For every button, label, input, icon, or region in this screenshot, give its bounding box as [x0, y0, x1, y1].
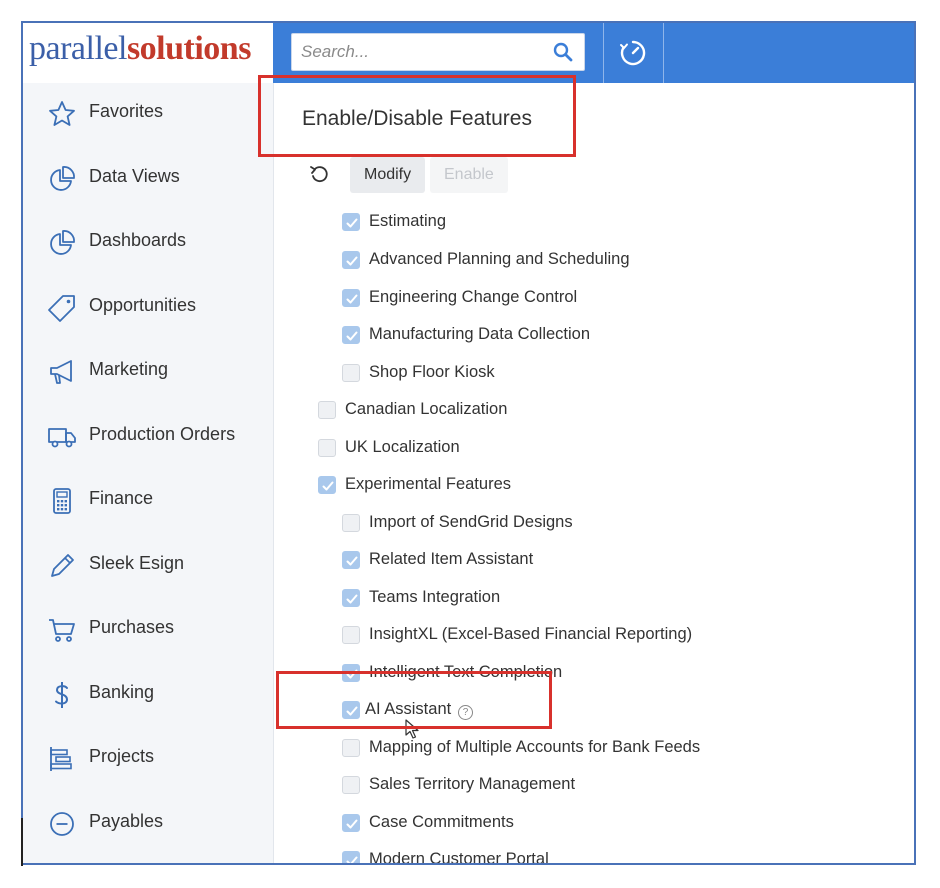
check-icon [346, 331, 358, 341]
check-icon [346, 218, 358, 228]
feature-checkbox[interactable] [342, 589, 360, 607]
check-icon [346, 594, 358, 604]
sidebar-item-label: Opportunities [89, 295, 197, 315]
feature-label: Related Item Assistant [369, 550, 534, 568]
projects-icon [50, 747, 72, 771]
feature-checkbox[interactable] [342, 364, 360, 382]
dollar-icon [55, 682, 69, 708]
feature-label: Teams Integration [369, 588, 501, 606]
feature-checkbox[interactable] [342, 776, 360, 794]
sidebar-item-label: Production Orders [89, 424, 236, 444]
check-icon [346, 856, 358, 863]
feature-label: Shop Floor Kiosk [369, 363, 495, 381]
feature-checkbox[interactable] [342, 289, 360, 307]
feature-label: Mapping of Multiple Accounts for Bank Fe… [369, 738, 701, 756]
sidebar-item-favorites[interactable]: Favorites [23, 89, 273, 139]
feature-label: Canadian Localization [345, 400, 508, 418]
sidebar-item-purchases[interactable]: Purchases [23, 605, 273, 655]
toolbar-divider [603, 23, 604, 83]
sidebar-item-label: Sleek Esign [89, 553, 185, 573]
undo-icon[interactable] [308, 163, 330, 185]
highlight-ai-assistant-box [276, 671, 552, 729]
calculator-icon [53, 488, 71, 514]
cart-icon [49, 619, 75, 642]
sidebar-item-label: Marketing [89, 359, 169, 379]
feature-checkbox[interactable] [318, 401, 336, 419]
check-icon [346, 294, 358, 304]
sidebar-item-label: Favorites [89, 101, 164, 121]
feature-checkbox[interactable] [318, 476, 336, 494]
sidebar-item-label: Dashboards [89, 230, 187, 250]
check-icon [322, 481, 334, 491]
check-icon [346, 556, 358, 566]
sidebar-item-banking[interactable]: Banking [23, 670, 273, 720]
sidebar-item-payables[interactable]: Payables [23, 799, 273, 849]
sidebar: Favorites Data Views Dashboards Opportun… [23, 83, 274, 863]
brand-logo[interactable]: parallelsolutions [23, 23, 273, 83]
feature-label: InsightXL (Excel-Based Financial Reporti… [369, 625, 693, 643]
feature-label: Case Commitments [369, 813, 514, 831]
sidebar-item-label: Purchases [89, 617, 175, 637]
toolbar-divider [663, 23, 664, 83]
feature-checkbox[interactable] [342, 213, 360, 231]
top-bar: parallelsolutions [23, 23, 914, 83]
search-input[interactable] [299, 34, 543, 70]
feature-label: Estimating [369, 212, 447, 230]
feature-label: Sales Territory Management [369, 775, 576, 793]
brand-logo-part1: parallel [29, 30, 127, 67]
star-icon [49, 101, 75, 126]
sidebar-item-marketing[interactable]: Marketing [23, 347, 273, 397]
search-box [291, 33, 585, 71]
feature-label: Engineering Change Control [369, 288, 578, 306]
sidebar-item-label: Projects [89, 746, 155, 766]
sidebar-item-dashboards[interactable]: Dashboards [23, 218, 273, 268]
pie-chart-icon [50, 166, 75, 191]
feature-label: Import of SendGrid Designs [369, 513, 573, 531]
pie-chart-icon [50, 230, 75, 255]
pen-icon [51, 554, 74, 577]
sidebar-item-production-orders[interactable]: Production Orders [23, 412, 273, 462]
feature-checkbox[interactable] [342, 626, 360, 644]
search-icon[interactable] [552, 41, 574, 63]
sidebar-item-data-views[interactable]: Data Views [23, 154, 273, 204]
feature-label: Manufacturing Data Collection [369, 325, 591, 343]
brand-logo-part2: solutions [126, 30, 252, 67]
truck-icon [48, 428, 76, 448]
sidebar-item-label: Payables [89, 811, 164, 831]
minus-circle-icon [50, 812, 74, 836]
feature-checkbox[interactable] [342, 514, 360, 532]
check-icon [346, 256, 358, 266]
feature-checkbox[interactable] [318, 439, 336, 457]
edge-marker [21, 818, 23, 866]
feature-checkbox[interactable] [342, 326, 360, 344]
sidebar-item-label: Finance [89, 488, 154, 508]
main-content: Enable/Disable Features Modify Enable Es… [274, 83, 914, 863]
megaphone-icon [50, 360, 72, 384]
sidebar-item-label: Data Views [89, 166, 180, 186]
feature-label: Advanced Planning and Scheduling [369, 250, 630, 268]
tag-icon [48, 295, 75, 322]
feature-checkbox[interactable] [342, 251, 360, 269]
feature-checkbox[interactable] [342, 851, 360, 863]
feature-checkbox[interactable] [342, 551, 360, 569]
enable-button[interactable]: Enable [430, 157, 508, 193]
feature-checkbox[interactable] [342, 814, 360, 832]
sidebar-item-finance[interactable]: Finance [23, 476, 273, 526]
sidebar-item-sleek-esign[interactable]: Sleek Esign [23, 541, 273, 591]
feature-label: UK Localization [345, 438, 460, 456]
sidebar-item-label: Banking [89, 682, 155, 702]
sidebar-item-projects[interactable]: Projects [23, 734, 273, 784]
feature-label: Experimental Features [345, 475, 511, 493]
modify-button[interactable]: Modify [350, 157, 426, 193]
highlight-title-box [258, 75, 576, 157]
history-timer-icon[interactable] [617, 37, 649, 69]
feature-label: Modern Customer Portal [369, 850, 549, 865]
sidebar-item-opportunities[interactable]: Opportunities [23, 283, 273, 333]
check-icon [346, 819, 358, 829]
feature-checkbox[interactable] [342, 739, 360, 757]
